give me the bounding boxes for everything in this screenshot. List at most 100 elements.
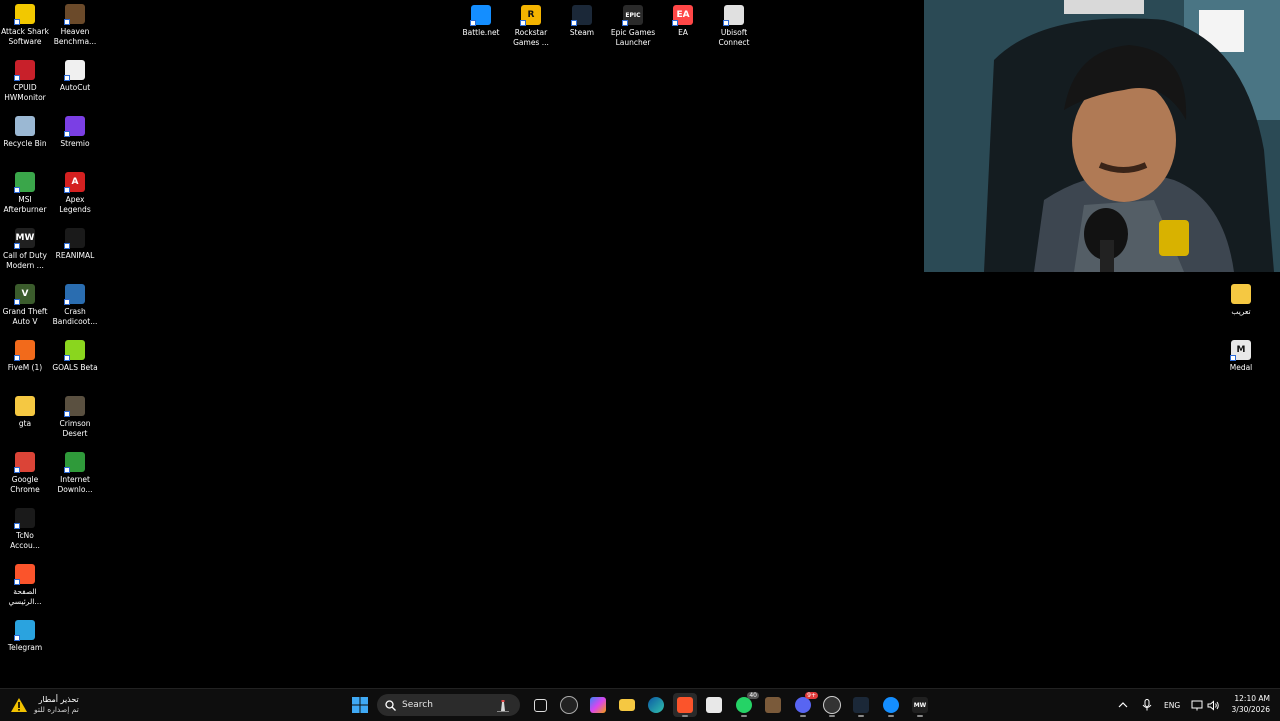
steam-icon — [571, 5, 592, 26]
desktop-icon-chrome[interactable]: Google Chrome — [0, 452, 50, 495]
running-indicator — [888, 715, 894, 717]
edge-icon — [648, 697, 664, 713]
steam-icon — [853, 697, 869, 713]
taskbar-store[interactable] — [702, 693, 726, 717]
heaven-icon — [64, 4, 85, 25]
tray-overflow[interactable] — [1118, 689, 1128, 721]
tcno-icon — [14, 508, 35, 529]
taskbar-discord[interactable]: 9+ — [791, 692, 818, 717]
epic-icon: EPIC — [622, 5, 643, 26]
tray-microphone[interactable] — [1142, 689, 1152, 721]
chrome-icon — [14, 452, 35, 473]
desktop-icon-label: Telegram — [7, 643, 43, 652]
taskbar-mw[interactable]: MW — [908, 693, 932, 717]
desktop-icon-hwmonitor[interactable]: CPUID HWMonitor — [0, 60, 50, 103]
telegram-icon — [14, 620, 35, 641]
battlenet-icon — [470, 5, 491, 26]
tray-network[interactable] — [1191, 689, 1203, 721]
desktop-icon-folder[interactable]: تعريب — [1216, 284, 1266, 317]
mw-icon: MW — [14, 228, 35, 249]
whatsapp-badge: 40 — [747, 692, 759, 699]
volume-icon — [1207, 699, 1219, 711]
desktop-icon-apex[interactable]: A Apex Legends — [50, 172, 100, 215]
stremio-icon — [64, 116, 85, 137]
rockstar-glyph: R — [527, 10, 535, 20]
desktop-icon-reanimal[interactable]: REANIMAL — [50, 228, 100, 261]
weather-title: تحذير أمطار — [38, 695, 79, 704]
streamer-webcam-image — [924, 0, 1280, 272]
taskbar-battlenet[interactable] — [879, 693, 903, 717]
desktop-icon-folder[interactable]: gta — [0, 396, 50, 429]
taskbar-task-view[interactable] — [528, 693, 552, 717]
taskbar-edge[interactable] — [644, 693, 668, 717]
desktop-icon-brave[interactable]: الصفحة الرئيسي... — [0, 564, 50, 607]
desktop-icon-steam[interactable]: Steam — [557, 5, 607, 38]
weather-widget[interactable]: تحذير أمطار تم إصداره للتو — [10, 695, 79, 715]
desktop-icon-afterburner[interactable]: MSI Afterburner — [0, 172, 50, 215]
desktop-icon-fivem[interactable]: FiveM (1) — [0, 340, 50, 373]
desktop-icon-telegram[interactable]: Telegram — [0, 620, 50, 653]
desktop-icon-label: Stremio — [60, 139, 90, 148]
desktop-icon-ubisoft[interactable]: Ubisoft Connect — [709, 5, 759, 48]
mw-icon: MW — [912, 697, 928, 713]
desktop-icon-medal[interactable]: M Medal — [1216, 340, 1266, 373]
desktop-icon-ea[interactable]: EA EA — [658, 5, 708, 38]
desktop-icon-gta[interactable]: V Grand Theft Auto V — [0, 284, 50, 327]
desktop-icon-stremio[interactable]: Stremio — [50, 116, 100, 149]
desktop-icon-label: Attack Shark Software — [1, 27, 49, 46]
language-indicator[interactable]: ENG — [1164, 689, 1180, 721]
desktop-icon-label: Heaven Benchma... — [53, 27, 97, 46]
desktop-icon-crash[interactable]: Crash Bandicoot... — [50, 284, 100, 327]
start-button[interactable] — [348, 693, 372, 717]
desktop-icon-label: Ubisoft Connect — [718, 28, 750, 47]
desktop-icon-autocut[interactable]: AutoCut — [50, 60, 100, 93]
desktop-icon-tcno[interactable]: TcNo Accou... — [0, 508, 50, 551]
lighthouse-icon — [497, 700, 509, 712]
folder-icon — [619, 699, 635, 711]
tray-volume[interactable] — [1207, 689, 1220, 721]
search-label: Search — [402, 700, 433, 710]
running-indicator — [741, 715, 747, 717]
desktop-icon-goals[interactable]: GOALS Beta — [50, 340, 100, 373]
clock-date: 3/30/2026 — [1231, 705, 1270, 714]
folder-icon — [15, 396, 35, 416]
desktop-icon-epic[interactable]: EPIC Epic Games Launcher — [608, 5, 658, 48]
taskbar: تحذير أمطار تم إصداره للتو Search 40 9+ — [0, 688, 1280, 721]
clock[interactable]: 12:10 AM 3/30/2026 — [1226, 693, 1270, 715]
taskbar-app2[interactable] — [820, 693, 844, 717]
idm-icon — [64, 452, 85, 473]
running-indicator — [682, 715, 688, 717]
taskbar-steam[interactable] — [849, 693, 873, 717]
crimson-desert-icon — [64, 396, 85, 417]
desktop-icon-rockstar[interactable]: R Rockstar Games ... — [506, 5, 556, 48]
desktop-icon-recycle-bin[interactable]: Recycle Bin — [0, 116, 50, 149]
medal-icon: M — [1230, 340, 1251, 361]
desktop-icon-label: GOALS Beta — [52, 363, 98, 372]
desktop-icon-idm[interactable]: Internet Downlo... — [50, 452, 100, 495]
fivem-icon — [14, 340, 35, 361]
taskbar-app[interactable] — [761, 693, 785, 717]
folder-icon — [1231, 284, 1251, 304]
ea-glyph: EA — [676, 10, 690, 20]
ea-icon: EA — [672, 5, 693, 26]
taskbar-copilot[interactable] — [586, 693, 610, 717]
taskbar-whatsapp[interactable]: 40 — [732, 692, 759, 717]
store-icon — [706, 697, 722, 713]
desktop-icon-mw[interactable]: MW Call of Duty Modern ... — [0, 228, 50, 271]
desktop-icon-label: AutoCut — [59, 83, 91, 92]
gta-glyph: V — [21, 289, 29, 299]
running-indicator — [917, 715, 923, 717]
desktop-icon-heaven[interactable]: Heaven Benchma... — [50, 4, 100, 47]
reanimal-icon — [64, 228, 85, 249]
desktop-icon-label: Crash Bandicoot... — [52, 307, 98, 326]
taskbar-tcno[interactable] — [557, 693, 581, 717]
desktop-icon-crimson-desert[interactable]: Crimson Desert — [50, 396, 100, 439]
warning-icon — [11, 698, 27, 712]
taskbar-file-explorer[interactable] — [615, 693, 639, 717]
taskbar-brave[interactable] — [673, 693, 697, 717]
desktop-icon-shark[interactable]: Attack Shark Software — [0, 4, 50, 47]
search-box[interactable]: Search — [377, 694, 520, 716]
discord-icon — [795, 697, 811, 713]
gta-icon: V — [14, 284, 35, 305]
desktop-icon-battlenet[interactable]: Battle.net — [456, 5, 506, 38]
